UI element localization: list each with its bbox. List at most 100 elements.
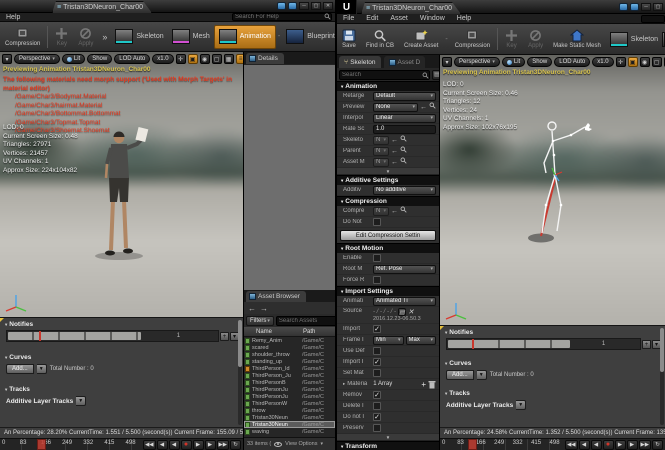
- asset-row[interactable]: shoulder_throw/Game/C: [244, 351, 335, 358]
- section-expander[interactable]: ▼: [337, 168, 439, 175]
- mode-blueprint-button[interactable]: Blueprint: [282, 25, 335, 49]
- asset-list[interactable]: Remy_Anim/Game/C scared/Game/C shoulder_…: [244, 337, 335, 437]
- additive-combo[interactable]: No additive▾: [373, 186, 436, 195]
- add-notify-track-button[interactable]: +: [220, 332, 229, 341]
- use-selected-icon[interactable]: ←: [391, 136, 398, 145]
- root-lock-combo[interactable]: Ref. Pose▾: [373, 265, 436, 274]
- tracks-section-header[interactable]: ▾Tracks: [0, 383, 243, 395]
- expand-array-icon[interactable]: ▸: [343, 381, 345, 387]
- bug-report-icon[interactable]: [630, 3, 639, 11]
- set-material-checkbox[interactable]: [373, 369, 381, 377]
- filters-button[interactable]: Filters▾: [246, 316, 274, 326]
- asset-row[interactable]: ThirdPerson_Id/Game/C: [244, 365, 335, 372]
- asset-row-selected[interactable]: Tristan30Neun/Game/C: [244, 421, 335, 428]
- apply-button[interactable]: Apply: [523, 28, 548, 50]
- right-window-tab[interactable]: ≡ Tristan3DNeuron_Char00: [361, 2, 461, 14]
- to-end-button[interactable]: ▶▶: [217, 440, 229, 450]
- camera-follow-icon[interactable]: ◉: [200, 54, 210, 64]
- step-back-button[interactable]: ◀: [157, 440, 168, 450]
- additive-tracks-dropdown[interactable]: ▼: [516, 400, 526, 410]
- camera-speed-icon[interactable]: ▣: [628, 57, 638, 67]
- browse-icon[interactable]: [400, 146, 407, 156]
- property-matrix-icon[interactable]: ▤: [432, 70, 440, 80]
- use-selected-icon[interactable]: ←: [391, 158, 398, 167]
- column-name[interactable]: Name: [244, 329, 303, 335]
- do-not-import-checkbox[interactable]: [373, 413, 381, 421]
- use-selected-icon[interactable]: ←: [391, 147, 398, 156]
- apply-button[interactable]: Apply: [73, 26, 98, 48]
- forward-arrow-icon[interactable]: →: [260, 304, 268, 313]
- viewport-options-dropdown[interactable]: ▾: [2, 54, 12, 64]
- right-title-bar[interactable]: U ≡ Tristan3DNeuron_Char00 ─ ▢: [337, 0, 665, 14]
- help-search-input[interactable]: [642, 15, 665, 22]
- lod-auto-button[interactable]: LOD Auto: [554, 57, 590, 67]
- browse-icon[interactable]: [429, 102, 436, 112]
- add-curve-dropdown[interactable]: ▼: [477, 370, 487, 380]
- retarget-combo[interactable]: Default▾: [373, 92, 436, 101]
- timeline-ticks[interactable]: 0 83 166 249 332 415 498: [440, 439, 563, 450]
- left-window-tab[interactable]: ≡ Tristan3DNeuron_Char00: [52, 1, 152, 13]
- asset-mapping-combo[interactable]: N▾: [373, 158, 389, 167]
- menu-asset[interactable]: Asset: [384, 15, 414, 22]
- step-forward-button[interactable]: ▶: [205, 440, 216, 450]
- record-button[interactable]: ●: [603, 440, 614, 450]
- column-path[interactable]: Path: [303, 329, 335, 335]
- compression-button[interactable]: Compression: [450, 28, 495, 50]
- notify-playhead[interactable]: [472, 339, 474, 349]
- play-button[interactable]: ▶: [615, 440, 626, 450]
- left-timeline[interactable]: 0 83 166 249 332 415 498 ◀◀ ◀ ◀ ● ▶ ▶ ▶▶…: [0, 438, 243, 450]
- to-front-button[interactable]: ◀◀: [565, 440, 577, 450]
- play-button[interactable]: ▶: [193, 440, 204, 450]
- root-motion-section-header[interactable]: ▾Root Motion: [337, 243, 439, 253]
- asset-row[interactable]: ThirdPersonJu/Game/C: [244, 386, 335, 393]
- frame-max-combo[interactable]: Max▾: [406, 336, 437, 345]
- delete-array-icon[interactable]: [428, 380, 436, 389]
- help-search-input[interactable]: [233, 14, 324, 21]
- compression-section-header[interactable]: ▾Compression: [337, 196, 439, 206]
- help-search-box[interactable]: [641, 15, 665, 23]
- screenshot-icon[interactable]: ▢: [652, 57, 662, 67]
- stats-toggle-icon[interactable]: ≡: [236, 54, 243, 64]
- asset-details-tab[interactable]: Asset D: [384, 56, 426, 68]
- preview-pose-combo[interactable]: None▾: [373, 103, 418, 112]
- record-button[interactable]: ●: [181, 440, 192, 450]
- show-button[interactable]: Show: [527, 57, 552, 67]
- mode-skeleton-button[interactable]: Skeleton: [111, 25, 167, 49]
- maximize-button[interactable]: ▢: [653, 3, 663, 11]
- asset-row[interactable]: ThirdPersonB/Game/C: [244, 379, 335, 386]
- help-search-box[interactable]: [232, 13, 332, 21]
- grid-icon[interactable]: ▦: [224, 54, 234, 64]
- perspective-button[interactable]: Perspective▾: [454, 57, 500, 67]
- camera-move-icon[interactable]: ✛: [176, 54, 186, 64]
- edit-compression-button[interactable]: Edit Compression Settin: [340, 230, 436, 241]
- minimize-button[interactable]: ─: [299, 2, 309, 10]
- left-title-bar[interactable]: ≡ Tristan3DNeuron_Char00 ─ ▢ ✕: [0, 0, 335, 13]
- enable-root-motion-checkbox[interactable]: [373, 254, 381, 262]
- notify-playhead[interactable]: [39, 331, 41, 341]
- section-expander[interactable]: ▼: [337, 434, 439, 441]
- asset-browser-tab[interactable]: Asset Browser: [246, 291, 306, 302]
- left-3d-viewport[interactable]: ▾ Perspective▾ Lit Show LOD Auto x1.0 ✛ …: [0, 52, 243, 317]
- feedback-icon[interactable]: [619, 3, 628, 11]
- key-button[interactable]: Key: [500, 28, 523, 50]
- import-checkbox[interactable]: [373, 325, 381, 333]
- right-timeline[interactable]: 0 83 166 249 332 415 498 ◀◀ ◀ ◀ ● ▶ ▶ ▶▶…: [440, 438, 665, 450]
- browse-icon[interactable]: [400, 135, 407, 145]
- show-button[interactable]: Show: [87, 54, 112, 64]
- asset-row[interactable]: ThirdPersonJu/Game/C: [244, 393, 335, 400]
- add-curve-dropdown[interactable]: ▼: [37, 364, 47, 374]
- camera-follow-icon[interactable]: ◉: [640, 57, 650, 67]
- curves-section-header[interactable]: ▾Curves: [0, 351, 243, 363]
- panel-scrollbar[interactable]: [238, 320, 242, 425]
- screenshot-icon[interactable]: ▢: [212, 54, 222, 64]
- details-tab[interactable]: Details: [246, 53, 284, 64]
- add-curve-button[interactable]: Add...: [446, 370, 474, 380]
- force-root-lock-checkbox[interactable]: [373, 276, 381, 284]
- playback-speed-button[interactable]: x1.0: [152, 54, 173, 64]
- menu-help[interactable]: Help: [451, 15, 477, 22]
- asset-row[interactable]: Tristan30Neun/Game/C: [244, 414, 335, 421]
- rate-scale-input[interactable]: 1.0: [373, 125, 436, 134]
- camera-speed-icon[interactable]: ▣: [188, 54, 198, 64]
- playback-speed-button[interactable]: x1.0: [592, 57, 613, 67]
- additive-tracks-dropdown[interactable]: ▼: [76, 396, 86, 406]
